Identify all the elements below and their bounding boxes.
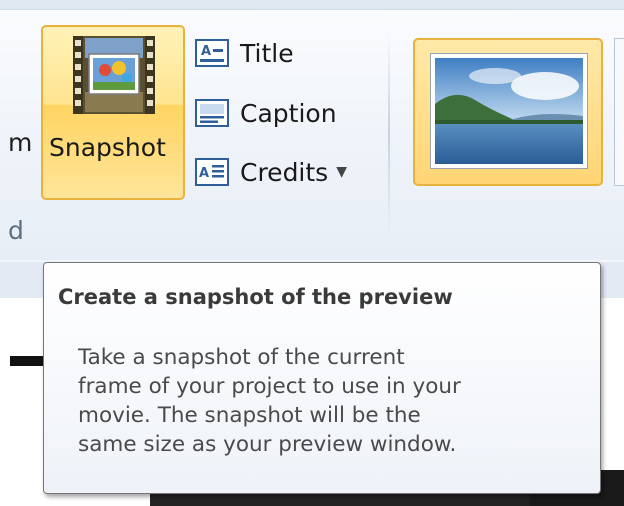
- snapshot-label: Snapshot: [49, 133, 166, 162]
- tooltip-body-line: Take a snapshot of the current: [78, 345, 405, 370]
- svg-text:A: A: [199, 166, 209, 181]
- group-separator: [388, 32, 390, 236]
- chevron-down-icon[interactable]: ▼: [336, 164, 347, 180]
- snapshot-tooltip: Create a snapshot of the preview Take a …: [43, 262, 601, 494]
- theme-gallery-item[interactable]: [614, 38, 624, 186]
- tooltip-body-line: movie. The snapshot will be the: [78, 403, 421, 428]
- theme-gallery-item-selected[interactable]: [413, 38, 603, 186]
- credits-button[interactable]: A Credits ▼: [194, 149, 347, 195]
- ribbon-tab-strip: [0, 0, 624, 10]
- tooltip-body: Take a snapshot of the current frame of …: [78, 343, 578, 459]
- credits-icon: A: [195, 158, 229, 186]
- tooltip-body-line: frame of your project to use in your: [78, 374, 461, 399]
- title-button[interactable]: A Title: [194, 30, 294, 76]
- ribbon: m d Snapshot A Title Caption A Credits ▼: [0, 0, 624, 260]
- partial-button-label: m: [8, 128, 33, 157]
- title-icon: A: [195, 39, 229, 67]
- caption-button[interactable]: Caption: [194, 90, 337, 136]
- credits-label: Credits: [240, 157, 329, 187]
- caption-label: Caption: [240, 98, 337, 128]
- snapshot-button[interactable]: Snapshot: [41, 25, 185, 200]
- background-graphic: [10, 356, 46, 366]
- landscape-lake-thumbnail: [431, 54, 587, 168]
- ribbon-group-label: d: [8, 216, 24, 245]
- caption-icon: [195, 99, 229, 127]
- title-label: Title: [240, 38, 294, 68]
- tooltip-body-line: same size as your preview window.: [78, 432, 457, 457]
- svg-text:A: A: [201, 44, 211, 59]
- filmstrip-snapshot-icon: [73, 36, 155, 114]
- tooltip-title: Create a snapshot of the preview: [58, 285, 453, 309]
